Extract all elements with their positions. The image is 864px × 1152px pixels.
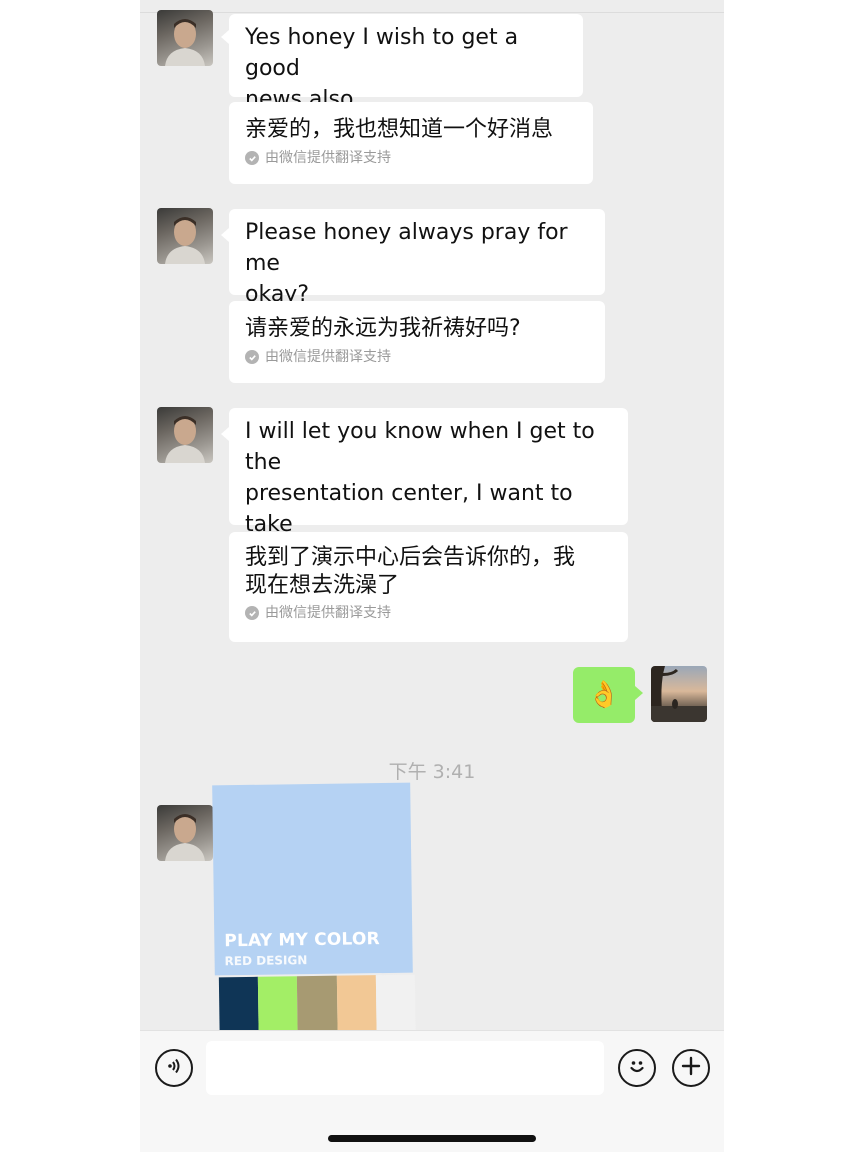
translation-text: 我到了演示中心后会告诉你的，我 现在想去洗澡了 [245, 545, 576, 598]
timestamp: 下午 3:41 [388, 761, 476, 783]
chat-screen: Yes honey I wish to get a good news also… [140, 0, 724, 1152]
translation-note: 由微信提供翻译支持 [245, 604, 612, 622]
smiley-icon [625, 1054, 649, 1082]
translation-note-text: 由微信提供翻译支持 [265, 605, 391, 621]
bubble-arrow [221, 30, 229, 44]
contact-avatar[interactable] [157, 407, 213, 463]
message-bubble[interactable]: Yes honey I wish to get a good news also [229, 14, 583, 112]
voice-button[interactable] [155, 1049, 193, 1087]
voice-icon [164, 1056, 184, 1080]
translation-bubble[interactable]: 我到了演示中心后会告诉你的，我 现在想去洗澡了 由微信提供翻译支持 [229, 532, 628, 642]
contact-avatar[interactable] [157, 10, 213, 66]
contact-avatar[interactable] [157, 805, 213, 861]
image-card-subtitle: RED DESIGN [224, 953, 308, 969]
translation-note-text: 由微信提供翻译支持 [265, 349, 391, 365]
translation-note: 由微信提供翻译支持 [245, 149, 577, 167]
image-card-title: PLAY MY COLOR [224, 929, 380, 952]
message-text: Please honey always pray for me okay? [245, 220, 568, 307]
translation-note-text: 由微信提供翻译支持 [265, 150, 391, 166]
image-message[interactable]: PLAY MY COLOR RED DESIGN [212, 782, 416, 1050]
message-bubble[interactable]: I will let you know when I get to the pr… [229, 408, 628, 568]
my-message-bubble[interactable]: 👌 [573, 667, 635, 723]
top-divider [140, 12, 724, 13]
translation-text: 请亲爱的永远为我祈祷好吗? [245, 316, 521, 341]
input-bar [140, 1030, 724, 1152]
check-icon [245, 350, 259, 364]
translation-bubble[interactable]: 亲爱的，我也想知道一个好消息 由微信提供翻译支持 [229, 102, 593, 184]
image-card-top: PLAY MY COLOR RED DESIGN [212, 782, 413, 976]
bubble-arrow [221, 228, 229, 242]
contact-avatar[interactable] [157, 208, 213, 264]
plus-icon [680, 1055, 702, 1081]
bubble-arrow [635, 686, 643, 700]
message-bubble[interactable]: Please honey always pray for me okay? [229, 209, 605, 307]
message-input[interactable] [206, 1041, 604, 1095]
translation-note: 由微信提供翻译支持 [245, 348, 589, 366]
ok-hand-emoji: 👌 [587, 680, 621, 710]
bubble-arrow [221, 427, 229, 441]
home-indicator[interactable] [328, 1135, 536, 1142]
check-icon [245, 151, 259, 165]
check-icon [245, 606, 259, 620]
more-button[interactable] [672, 1049, 710, 1087]
emoji-button[interactable] [618, 1049, 656, 1087]
translation-bubble[interactable]: 请亲爱的永远为我祈祷好吗? 由微信提供翻译支持 [229, 301, 605, 383]
my-avatar[interactable] [651, 666, 707, 722]
translation-text: 亲爱的，我也想知道一个好消息 [245, 117, 554, 142]
